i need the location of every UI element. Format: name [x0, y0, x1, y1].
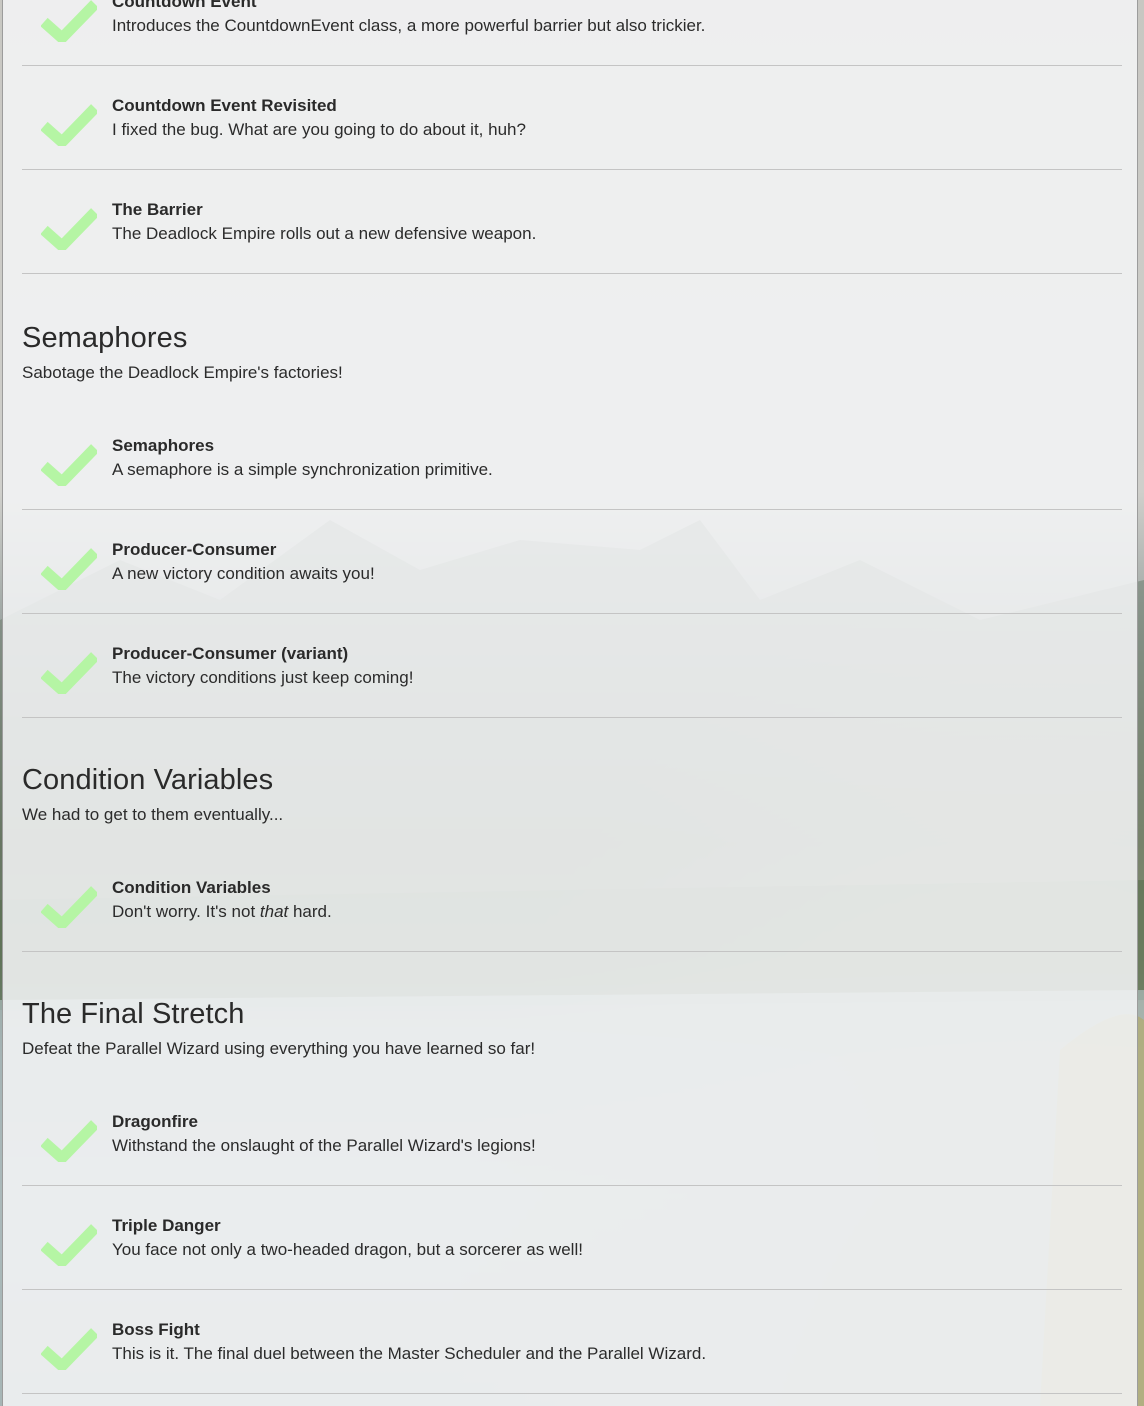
checkmark-icon	[41, 444, 97, 486]
level-description: The victory conditions just keep coming!	[112, 668, 414, 687]
section-semaphores: Semaphores Sabotage the Deadlock Empire'…	[22, 322, 1122, 718]
level-name: Dragonfire	[112, 1112, 198, 1131]
checkmark-icon	[41, 104, 97, 146]
checkmark-icon	[41, 548, 97, 590]
level-item[interactable]: Countdown Event Introduces the Countdown…	[22, 0, 1122, 66]
level-name: Boss Fight	[112, 1320, 200, 1339]
level-name: Semaphores	[112, 436, 215, 455]
previous-section-levels: Countdown Event Introduces the Countdown…	[22, 0, 1122, 274]
level-description: A new victory condition awaits you!	[112, 564, 375, 583]
section-title: Condition Variables	[22, 764, 274, 796]
level-item[interactable]: Boss Fight This is it. The final duel be…	[22, 1290, 1122, 1394]
section-final-stretch: The Final Stretch Defeat the Parallel Wi…	[22, 998, 1122, 1394]
section-description: Defeat the Parallel Wizard using everyth…	[22, 1039, 536, 1058]
level-item[interactable]: The Barrier The Deadlock Empire rolls ou…	[22, 170, 1122, 274]
level-name: Countdown Event	[112, 0, 257, 11]
level-group: Dragonfire Withstand the onslaught of th…	[22, 1082, 1122, 1394]
level-list-panel: Countdown Event Introduces the Countdown…	[2, 0, 1138, 1406]
checkmark-icon	[41, 1120, 97, 1162]
level-name: Countdown Event Revisited	[112, 96, 337, 115]
checkmark-icon	[41, 652, 97, 694]
level-name: Producer-Consumer (variant)	[112, 644, 349, 663]
level-name: Producer-Consumer	[112, 540, 277, 559]
level-group: Condition Variables Don't worry. It's no…	[22, 848, 1122, 952]
level-description: Introduces the CountdownEvent class, a m…	[112, 16, 706, 35]
checkmark-icon	[41, 208, 97, 250]
section-title: Semaphores	[22, 322, 188, 354]
level-description: A semaphore is a simple synchronization …	[112, 460, 493, 479]
level-name: Triple Danger	[112, 1216, 221, 1235]
level-item[interactable]: Countdown Event Revisited I fixed the bu…	[22, 66, 1122, 170]
checkmark-icon	[41, 0, 97, 42]
level-item[interactable]: Condition Variables Don't worry. It's no…	[22, 848, 1122, 952]
checkmark-icon	[41, 1328, 97, 1370]
level-item[interactable]: Triple Danger You face not only a two-he…	[22, 1186, 1122, 1290]
level-item[interactable]: Producer-Consumer (variant) The victory …	[22, 614, 1122, 718]
checkmark-icon	[41, 886, 97, 928]
section-description: Sabotage the Deadlock Empire's factories…	[22, 363, 343, 382]
section-title: The Final Stretch	[22, 998, 245, 1030]
level-description: Withstand the onslaught of the Parallel …	[112, 1136, 536, 1155]
description-emphasis: that	[259, 902, 289, 921]
level-item[interactable]: Dragonfire Withstand the onslaught of th…	[22, 1082, 1122, 1186]
level-description: Don't worry. It's not that hard.	[112, 902, 332, 922]
level-description: The Deadlock Empire rolls out a new defe…	[112, 224, 537, 243]
level-name: The Barrier	[112, 200, 203, 219]
level-item[interactable]: Producer-Consumer A new victory conditio…	[22, 510, 1122, 614]
checkmark-icon	[41, 1224, 97, 1266]
level-group: Semaphores A semaphore is a simple synch…	[22, 406, 1122, 718]
section-description: We had to get to them eventually...	[22, 805, 284, 824]
level-name: Condition Variables	[112, 878, 271, 897]
description-text: hard.	[288, 902, 332, 921]
level-description: I fixed the bug. What are you going to d…	[112, 120, 526, 139]
description-text: Don't worry. It's not	[112, 902, 260, 921]
level-item[interactable]: Semaphores A semaphore is a simple synch…	[22, 406, 1122, 510]
section-condition-variables: Condition Variables We had to get to the…	[22, 764, 1122, 952]
level-description: You face not only a two-headed dragon, b…	[112, 1240, 583, 1259]
level-description: This is it. The final duel between the M…	[112, 1344, 707, 1363]
